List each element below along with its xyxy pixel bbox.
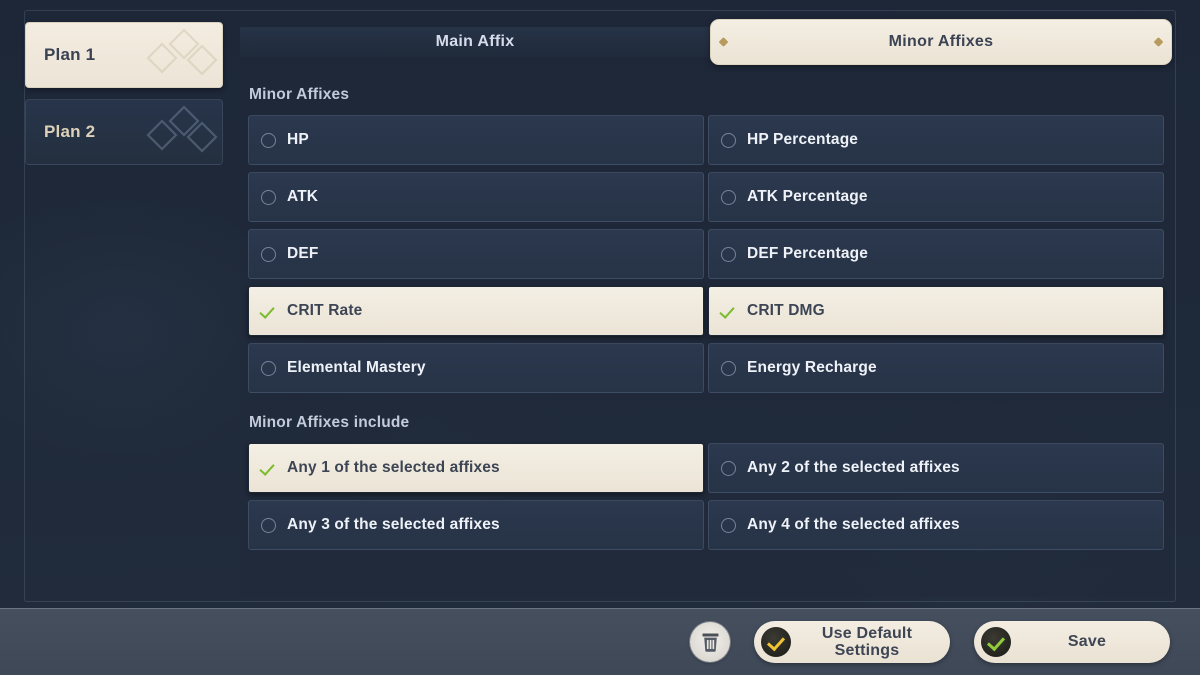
radio-unchecked-icon <box>721 460 736 476</box>
option-any-4[interactable]: Any 4 of the selected affixes <box>708 500 1164 550</box>
minor-affixes-include-grid: Any 1 of the selected affixes Any 2 of t… <box>248 443 1164 550</box>
option-label: CRIT Rate <box>287 302 363 319</box>
radio-unchecked-icon <box>721 189 736 205</box>
checkmark-icon <box>261 460 277 476</box>
minor-affixes-section-title: Minor Affixes <box>249 86 350 103</box>
option-label: ATK Percentage <box>747 188 868 205</box>
check-badge-yellow-icon <box>761 627 791 657</box>
option-any-2[interactable]: Any 2 of the selected affixes <box>708 443 1164 493</box>
tab-main-affix-label: Main Affix <box>435 33 515 50</box>
option-energy-recharge[interactable]: Energy Recharge <box>708 343 1164 393</box>
default-label-line1: Use Default <box>821 624 913 642</box>
radio-unchecked-icon <box>261 132 276 148</box>
diamond-ornament-icon <box>718 37 729 47</box>
tab-minor-affixes-label: Minor Affixes <box>888 33 994 50</box>
save-button[interactable]: Save <box>974 621 1170 663</box>
trash-icon <box>702 633 718 652</box>
option-crit-dmg[interactable]: CRIT DMG <box>708 286 1164 336</box>
option-def[interactable]: DEF <box>248 229 704 279</box>
plan-rail: Plan 1 Plan 2 <box>25 22 223 165</box>
radio-unchecked-icon <box>721 132 736 148</box>
diamond-ornament-icon <box>1153 37 1164 47</box>
option-elemental-mastery[interactable]: Elemental Mastery <box>248 343 704 393</box>
plan-tab-pattern-icon <box>146 105 218 153</box>
minor-affixes-include-section-title: Minor Affixes include <box>249 414 410 431</box>
save-button-label: Save <box>1067 633 1107 651</box>
checkmark-icon <box>721 303 737 319</box>
delete-button[interactable] <box>690 622 730 662</box>
radio-unchecked-icon <box>261 189 276 205</box>
checkmark-icon <box>261 303 277 319</box>
artifact-affix-settings-screen: Plan 1 Plan 2 Main Affix Minor Affixes M… <box>0 0 1200 675</box>
radio-unchecked-icon <box>261 246 276 262</box>
plan-tab-2-label: Plan 2 <box>44 122 96 141</box>
plan-tab-pattern-icon <box>146 28 218 76</box>
option-any-1[interactable]: Any 1 of the selected affixes <box>248 443 704 493</box>
use-default-settings-button[interactable]: Use Default Settings <box>754 621 950 663</box>
option-atk[interactable]: ATK <box>248 172 704 222</box>
option-label: DEF <box>287 245 319 262</box>
option-hp-percentage[interactable]: HP Percentage <box>708 115 1164 165</box>
option-label: Any 3 of the selected affixes <box>287 516 500 533</box>
option-label: Any 2 of the selected affixes <box>747 459 960 476</box>
plan-tab-2[interactable]: Plan 2 <box>25 99 223 165</box>
radio-unchecked-icon <box>261 517 276 533</box>
use-default-settings-label: Use Default Settings <box>791 625 950 660</box>
option-label: HP <box>287 131 309 148</box>
affix-content-panel: Minor Affixes HP HP Percentage ATK ATK P… <box>240 72 1172 597</box>
option-label: CRIT DMG <box>747 302 825 319</box>
tab-main-affix[interactable]: Main Affix <box>240 19 710 65</box>
option-crit-rate[interactable]: CRIT Rate <box>248 286 704 336</box>
plan-tab-1[interactable]: Plan 1 <box>25 22 223 88</box>
plan-tab-1-label: Plan 1 <box>44 45 96 64</box>
option-def-percentage[interactable]: DEF Percentage <box>708 229 1164 279</box>
radio-unchecked-icon <box>261 360 276 376</box>
radio-unchecked-icon <box>721 517 736 533</box>
bottom-action-bar: Use Default Settings Save <box>0 608 1200 675</box>
check-badge-green-icon <box>981 627 1011 657</box>
option-label: HP Percentage <box>747 131 859 148</box>
minor-affixes-option-grid: HP HP Percentage ATK ATK Percentage DEF … <box>248 115 1164 393</box>
option-label: Any 1 of the selected affixes <box>287 459 500 476</box>
option-label: Energy Recharge <box>747 359 877 376</box>
tab-minor-affixes[interactable]: Minor Affixes <box>710 19 1172 65</box>
option-label: DEF Percentage <box>747 245 868 262</box>
option-hp[interactable]: HP <box>248 115 704 165</box>
option-any-3[interactable]: Any 3 of the selected affixes <box>248 500 704 550</box>
option-label: Any 4 of the selected affixes <box>747 516 960 533</box>
option-atk-percentage[interactable]: ATK Percentage <box>708 172 1164 222</box>
option-label: ATK <box>287 188 319 205</box>
affix-tabbar: Main Affix Minor Affixes <box>240 19 1172 65</box>
radio-unchecked-icon <box>721 360 736 376</box>
default-label-line2: Settings <box>834 642 900 659</box>
radio-unchecked-icon <box>721 246 736 262</box>
option-label: Elemental Mastery <box>287 359 426 376</box>
